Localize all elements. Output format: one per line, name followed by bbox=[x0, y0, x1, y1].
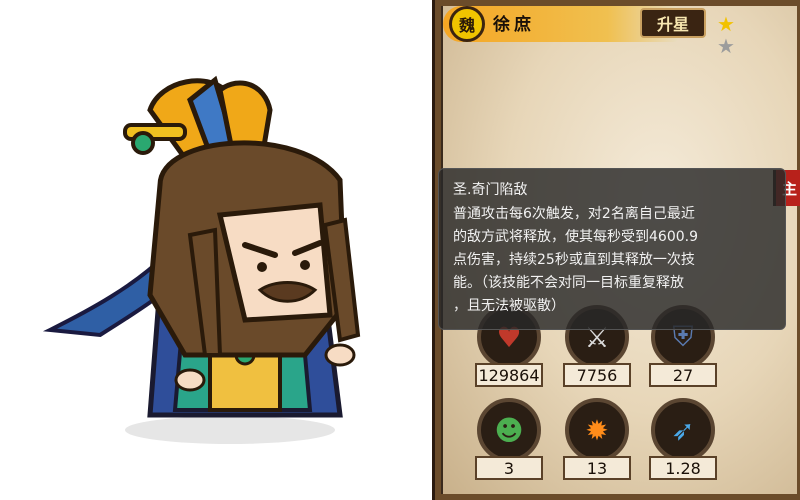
grey-star-icon: ★ bbox=[717, 34, 735, 58]
blade-icon: ➶ bbox=[651, 398, 715, 462]
skill-description: 普通攻击每6次触发，对2名离自己最近 的敌方武将释放，使其每秒受到4600.9 … bbox=[453, 203, 771, 318]
stat-hp-value: 129864 bbox=[475, 363, 543, 387]
skill-line: 的敌方武将释放，使其每秒受到4600.9 bbox=[453, 229, 698, 245]
skill-tooltip: 圣.奇门陷敌 普通攻击每6次触发，对2名离自己最近 的敌方武将释放，使其每秒受到… bbox=[438, 168, 786, 330]
stat-armor-value: 27 bbox=[649, 363, 717, 387]
upgrade-star-button[interactable]: 升星 bbox=[640, 8, 706, 38]
skill-line: ，且无法被驱散） bbox=[453, 298, 565, 314]
stat-speed[interactable]: ➶ 1.28 bbox=[649, 398, 719, 488]
skill-line: 普通攻击每6次触发，对2名离自己最近 bbox=[453, 206, 695, 222]
explosion-icon: ✹ bbox=[565, 398, 629, 462]
stat-burst[interactable]: ✹ 13 bbox=[563, 398, 633, 488]
people-icon: ☻ bbox=[477, 398, 541, 462]
hero-portrait bbox=[40, 55, 400, 450]
faction-badge: 魏 bbox=[449, 6, 485, 42]
hero-name: 徐庶 bbox=[493, 15, 535, 35]
skill-line: 能。（该技能不会对同一目标重复释放 bbox=[453, 275, 684, 291]
stat-troops[interactable]: ☻ 3 bbox=[475, 398, 545, 488]
stat-speed-value: 1.28 bbox=[649, 456, 717, 480]
skill-line: 点伤害，持续25秒或直到其释放一次技 bbox=[453, 252, 695, 268]
stat-attack-value: 7756 bbox=[563, 363, 631, 387]
stat-troops-value: 3 bbox=[475, 456, 543, 480]
stat-burst-value: 13 bbox=[563, 456, 631, 480]
skill-title: 圣.奇门陷敌 bbox=[453, 182, 528, 198]
gold-star-icon: ★ bbox=[717, 12, 735, 36]
